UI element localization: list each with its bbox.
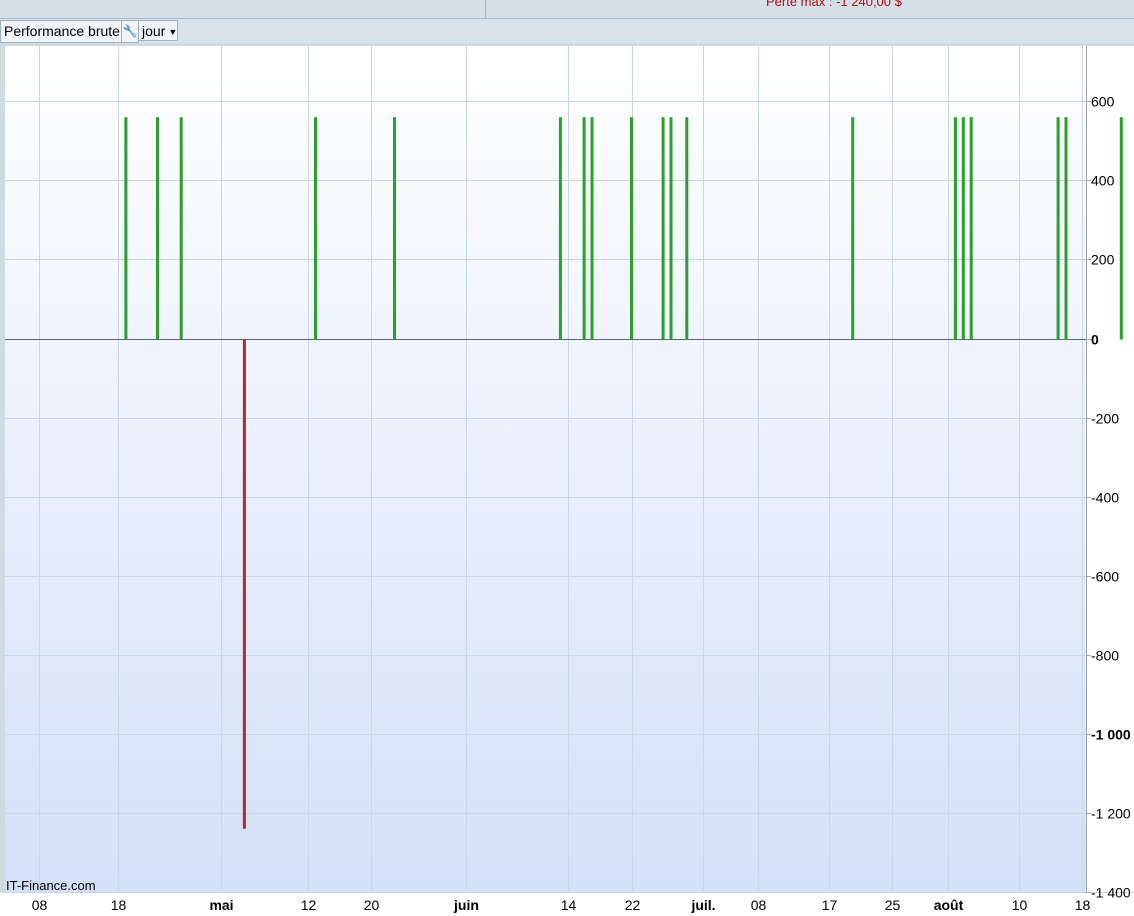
gain-bar[interactable] <box>630 117 633 340</box>
gain-bar[interactable] <box>590 117 594 340</box>
x-tick-label: mai <box>209 897 233 913</box>
gain-bar[interactable] <box>961 117 965 340</box>
x-tick-label: 18 <box>1075 897 1091 913</box>
gain-bar[interactable] <box>1119 117 1123 340</box>
gain-bar[interactable] <box>1064 117 1068 340</box>
y-tick-label: -1 400 <box>1091 885 1131 901</box>
y-tick-label: -1 200 <box>1091 806 1131 822</box>
y-tick-label: -400 <box>1091 490 1119 506</box>
y-tick-label: 400 <box>1091 173 1115 189</box>
gain-bar[interactable] <box>124 117 128 340</box>
plot-area <box>5 46 1086 892</box>
gain-bar[interactable] <box>953 117 957 340</box>
x-tick-label: 17 <box>822 897 838 913</box>
gain-bar[interactable] <box>661 117 665 340</box>
gain-bar[interactable] <box>179 117 183 340</box>
y-tick-label: -800 <box>1091 648 1119 664</box>
gain-bar[interactable] <box>582 117 586 340</box>
x-tick-label: 08 <box>32 897 48 913</box>
x-tick-label: 22 <box>625 897 641 913</box>
gain-bar[interactable] <box>669 117 673 340</box>
gain-bar[interactable] <box>685 117 689 340</box>
gain-bar[interactable] <box>393 117 396 340</box>
gain-bar[interactable] <box>851 117 855 340</box>
x-tick-label: août <box>934 897 964 913</box>
gain-bar[interactable] <box>969 117 973 340</box>
x-tick-label: juin <box>453 897 479 913</box>
y-tick-label: -1 000 <box>1091 727 1131 743</box>
gain-bar[interactable] <box>558 117 562 340</box>
y-tick-label: -600 <box>1091 569 1119 585</box>
gain-bar[interactable] <box>314 117 317 340</box>
x-tick-label: 10 <box>1012 897 1028 913</box>
gain-bar[interactable] <box>156 117 159 340</box>
y-tick-label: 200 <box>1091 252 1115 268</box>
y-tick-label: 0 <box>1091 332 1099 348</box>
y-tick-label: -200 <box>1091 411 1119 427</box>
x-tick-label: 14 <box>561 897 577 913</box>
x-tick-label: 20 <box>364 897 380 913</box>
performance-chart: 600 400 200 0 -200 -400 -600 -800 -1 000 -1 200 -1… <box>0 46 1134 916</box>
x-tick-label: 18 <box>111 897 127 913</box>
x-tick-label: 08 <box>751 897 767 913</box>
y-tick-label: 600 <box>1091 94 1115 110</box>
x-tick-label: 12 <box>301 897 317 913</box>
gain-bar[interactable] <box>1056 117 1060 340</box>
watermark-text: IT-Finance.com <box>6 878 96 893</box>
x-tick-label: juil. <box>690 897 715 913</box>
x-tick-label: 25 <box>885 897 901 913</box>
loss-bar[interactable] <box>242 339 246 829</box>
